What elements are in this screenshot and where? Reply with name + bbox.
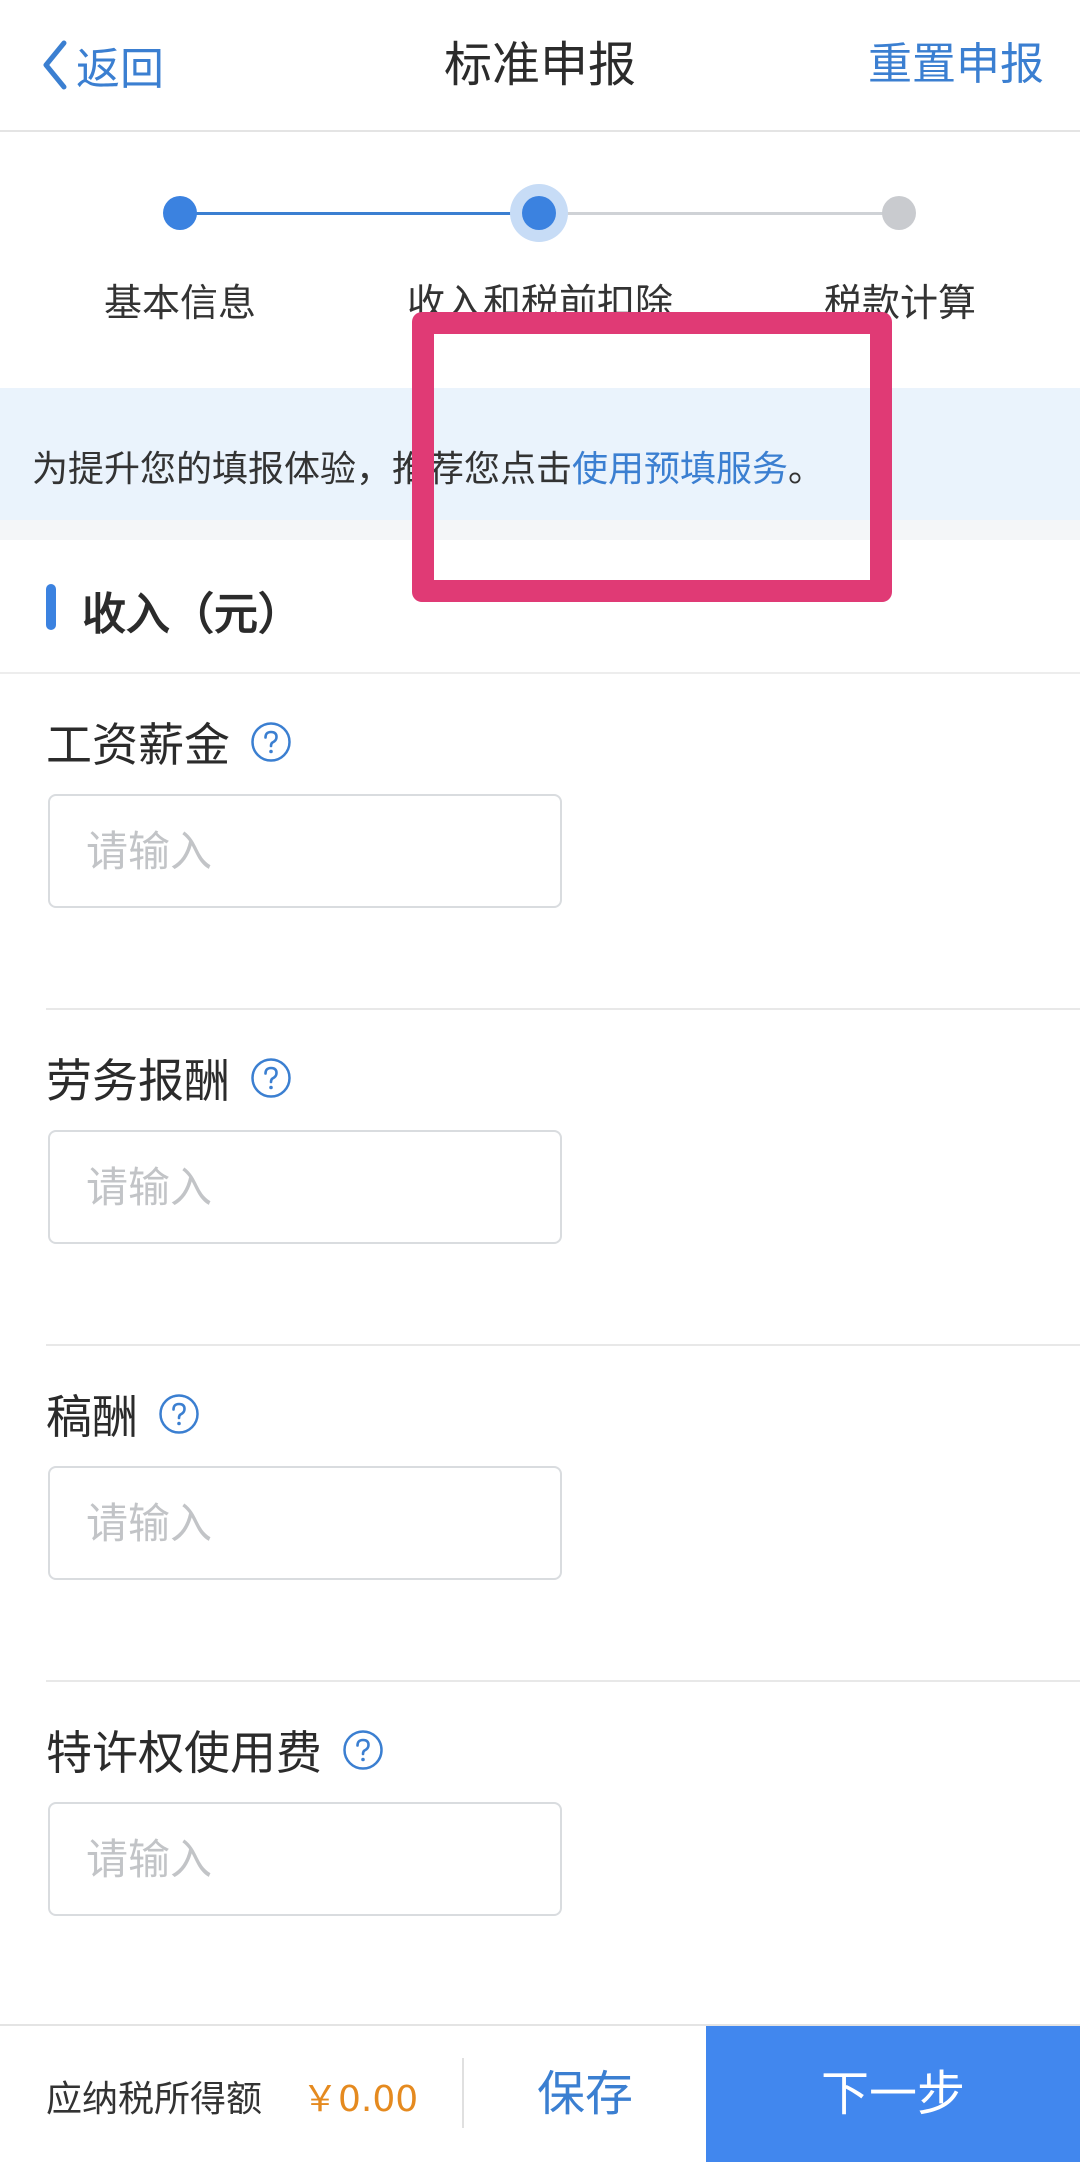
notice-suffix: 。: [788, 449, 825, 490]
franchise-fee-input[interactable]: [48, 1802, 562, 1916]
question-circle-icon[interactable]: [158, 1393, 200, 1435]
field-label-royalties: 稿酬: [46, 1390, 138, 1444]
notice-prefix: 为提升您的填报体验，推荐您点击: [32, 449, 573, 490]
taxable-income-value: ￥0.00: [302, 2079, 419, 2120]
field-royalties: 稿酬: [0, 1346, 1080, 1682]
question-circle-icon[interactable]: [250, 721, 292, 763]
field-salary: 工资薪金: [0, 674, 1080, 1010]
step-dot-income-deductions: [522, 196, 556, 230]
section-accent-bar: [46, 584, 56, 630]
next-step-button[interactable]: 下一步: [706, 2026, 1080, 2162]
nav-header: 返回 标准申报 重置申报: [0, 0, 1080, 132]
salary-input[interactable]: [48, 794, 562, 908]
field-franchise-fee: 特许权使用费: [0, 1682, 1080, 2018]
progress-stepper: 基本信息 收入和税前扣除 税款计算: [0, 132, 1080, 384]
field-label-row: 特许权使用费: [46, 1720, 384, 1780]
step-connector-completed: [180, 212, 540, 215]
field-label-row: 稿酬: [46, 1384, 200, 1444]
field-label-row: 劳务报酬: [46, 1048, 292, 1108]
save-button[interactable]: 保存: [470, 2026, 700, 2162]
question-circle-icon[interactable]: [250, 1057, 292, 1099]
step-dot-basic-info: [163, 196, 197, 230]
notice-text: 为提升您的填报体验，推荐您点击使用预填服务。: [32, 440, 824, 492]
step-dot-tax-calculation: [882, 196, 916, 230]
step-label-tax-calculation: 税款计算: [823, 281, 976, 325]
question-circle-icon[interactable]: [342, 1729, 384, 1771]
field-label-salary: 工资薪金: [46, 718, 230, 772]
field-labor-remuneration: 劳务报酬: [0, 1010, 1080, 1346]
field-label-row: 工资薪金: [46, 712, 292, 772]
section-gap: [0, 520, 1080, 540]
income-section-header: 收入（元）: [0, 542, 1080, 674]
section-title: 收入（元）: [82, 589, 302, 640]
reset-declaration-button[interactable]: 重置申报: [868, 30, 1044, 100]
step-label-income-deductions: 收入和税前扣除: [406, 281, 673, 325]
prefill-notice-banner: 为提升您的填报体验，推荐您点击使用预填服务。: [0, 388, 1080, 540]
step-connector-pending: [540, 212, 900, 215]
step-label-basic-info: 基本信息: [103, 281, 256, 325]
field-label-franchise-fee: 特许权使用费: [46, 1726, 322, 1780]
bottom-action-bar: 应纳税所得额 ￥0.00 保存 下一步: [0, 2024, 1080, 2162]
taxable-income-label: 应纳税所得额: [46, 2079, 263, 2120]
labor-remuneration-input[interactable]: [48, 1130, 562, 1244]
royalties-input[interactable]: [48, 1466, 562, 1580]
bar-divider: [462, 2058, 464, 2128]
prefill-service-link[interactable]: 使用预填服务: [572, 449, 788, 490]
field-label-labor-remuneration: 劳务报酬: [46, 1054, 230, 1108]
